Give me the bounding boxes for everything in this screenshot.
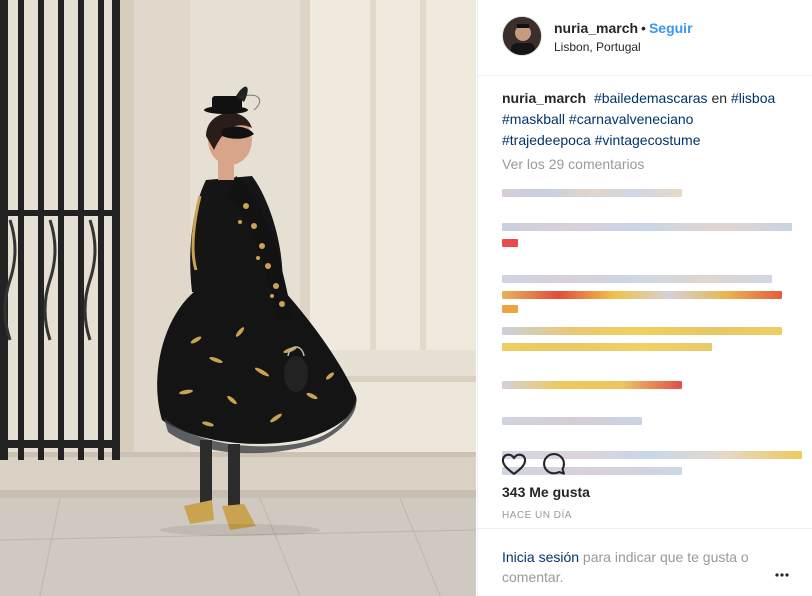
hashtag-link[interactable]: #bailedemascaras <box>594 90 708 106</box>
username-link[interactable]: nuria_march <box>554 20 638 36</box>
avatar-image <box>503 17 541 55</box>
login-prompt: Inicia sesión para indicar que te gusta … <box>478 528 812 596</box>
blurred-comment <box>502 183 792 207</box>
blurred-comment <box>502 411 792 435</box>
separator-dot: • <box>641 20 646 36</box>
login-prompt-text: Inicia sesión para indicar que te gusta … <box>502 547 772 587</box>
instagram-post: nuria_march • Seguir Lisbon, Portugal nuri… <box>0 0 812 596</box>
hashtag-link[interactable]: #lisboa <box>731 90 775 106</box>
view-all-comments-link[interactable]: Ver los 29 comentarios <box>502 155 792 173</box>
blurred-comment <box>502 271 792 313</box>
heart-outline-icon[interactable] <box>500 450 528 478</box>
blurred-comment <box>502 323 792 363</box>
likes-count[interactable]: 343 Me gusta <box>502 484 590 500</box>
login-link[interactable]: Inicia sesión <box>502 549 579 565</box>
caption: nuria_march #bailedemascaras en #lisboa … <box>502 88 792 151</box>
photo-illustration <box>0 0 476 596</box>
hashtag-link[interactable]: #maskball <box>502 111 565 127</box>
more-options-icon[interactable] <box>775 565 789 577</box>
header-line: nuria_march • Seguir <box>554 20 693 36</box>
caption-text: en <box>707 90 731 106</box>
follow-button[interactable]: Seguir <box>649 20 693 36</box>
post-photo[interactable] <box>0 0 476 596</box>
post-timestamp: HACE UN DÍA <box>502 510 572 521</box>
avatar[interactable] <box>502 16 542 56</box>
blurred-comments <box>502 183 802 487</box>
hashtag-link[interactable]: #carnavalveneciano <box>569 111 694 127</box>
caption-username[interactable]: nuria_march <box>502 90 586 106</box>
hashtag-link[interactable]: #trajedeepoca <box>502 132 591 148</box>
post-side-panel: nuria_march • Seguir Lisbon, Portugal nuri… <box>477 0 812 596</box>
hashtag-link[interactable]: #vintagecostume <box>595 132 701 148</box>
post-header: nuria_march • Seguir Lisbon, Portugal <box>478 0 812 76</box>
action-bar <box>478 446 812 486</box>
blurred-comment <box>502 219 792 259</box>
blurred-comment <box>502 375 792 399</box>
comment-bubble-icon[interactable] <box>540 450 568 478</box>
comments-section: nuria_march #bailedemascaras en #lisboa … <box>502 88 802 499</box>
location-link[interactable]: Lisbon, Portugal <box>554 40 641 54</box>
